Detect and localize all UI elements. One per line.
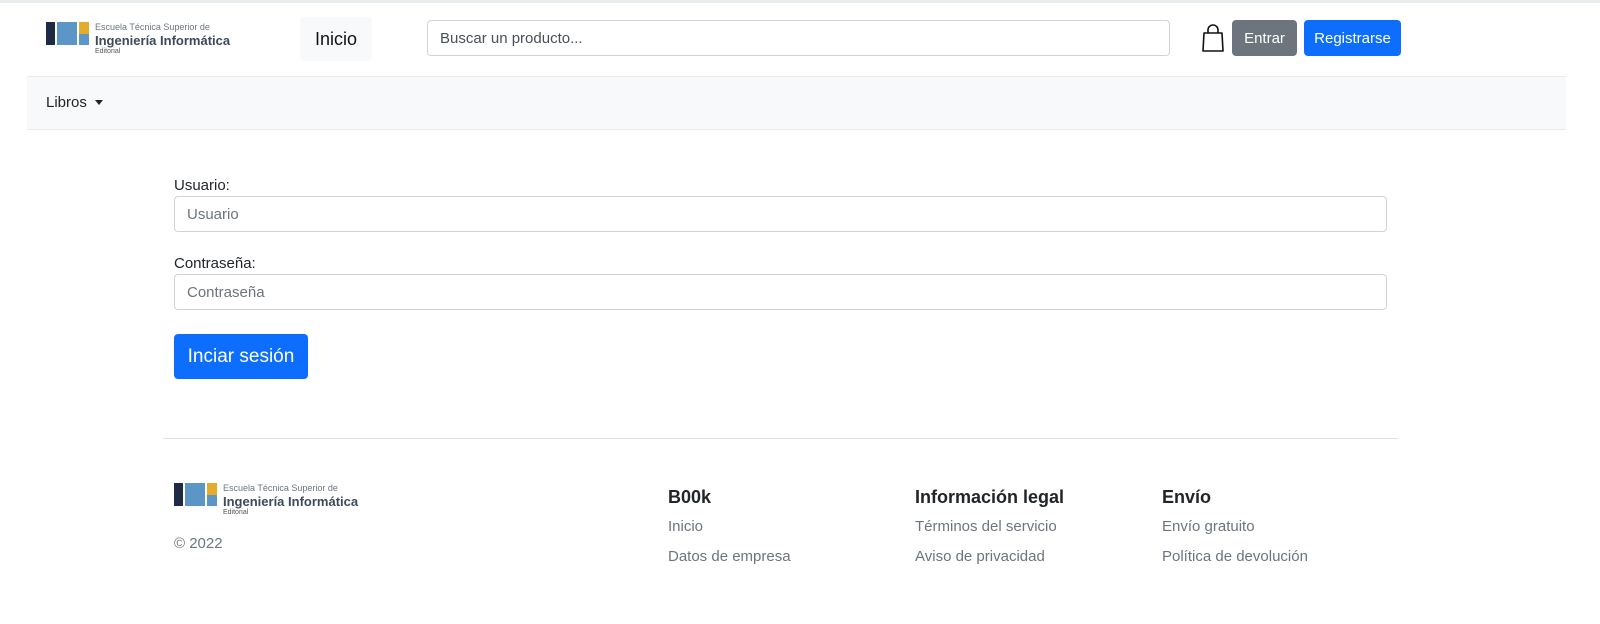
footer-logo[interactable]: Escuela Técnica Superior de Ingeniería I… xyxy=(174,483,358,516)
footer-column-title: Información legal xyxy=(915,487,1065,507)
logo-line-1: Escuela Técnica Superior de xyxy=(95,22,210,32)
password-input[interactable] xyxy=(174,274,1387,310)
copyright-text: © 2022 xyxy=(174,535,223,552)
register-button[interactable]: Registrarse xyxy=(1304,20,1401,56)
footer-link-terms[interactable]: Términos del servicio xyxy=(915,517,1064,547)
username-group: Usuario: xyxy=(174,176,1387,232)
login-form: Usuario: Contraseña: xyxy=(174,176,1387,332)
logo-line-3: Editorial xyxy=(95,48,121,55)
caret-down-icon xyxy=(94,100,103,105)
footer-link-inicio[interactable]: Inicio xyxy=(668,517,791,547)
books-dropdown-label: Libros xyxy=(46,94,87,111)
footer-logo-text: Escuela Técnica Superior de Ingeniería I… xyxy=(223,483,359,517)
footer-column-legal: Información legal Términos del servicio … xyxy=(915,486,1064,577)
footer-link-free-shipping[interactable]: Envío gratuito xyxy=(1162,517,1308,547)
username-label: Usuario: xyxy=(174,177,230,194)
logo-text: Escuela Técnica Superior de Ingeniería I… xyxy=(95,22,231,56)
footer-logo-line-2: Ingeniería Informática xyxy=(223,494,359,509)
footer-logo-line-1: Escuela Técnica Superior de xyxy=(223,483,338,493)
footer-link-company-data[interactable]: Datos de empresa xyxy=(668,547,791,577)
logo-mark-icon xyxy=(46,22,89,45)
footer-link-return-policy[interactable]: Política de devolución xyxy=(1162,547,1308,577)
site-header: Escuela Técnica Superior de Ingeniería I… xyxy=(27,3,1566,76)
books-dropdown[interactable]: Libros xyxy=(46,94,103,111)
footer-logo-mark-icon xyxy=(174,483,217,506)
site-logo[interactable]: Escuela Técnica Superior de Ingeniería I… xyxy=(46,22,230,55)
footer-column-title: B00k xyxy=(668,487,712,507)
shopping-bag-icon[interactable] xyxy=(1201,23,1225,55)
login-button[interactable]: Entrar xyxy=(1232,20,1297,56)
footer-divider xyxy=(163,438,1398,439)
page: Escuela Técnica Superior de Ingeniería I… xyxy=(27,3,1566,130)
home-link[interactable]: Inicio xyxy=(300,17,372,61)
footer-column-shipping: Envío Envío gratuito Política de devoluc… xyxy=(1162,486,1308,577)
logo-line-2: Ingeniería Informática xyxy=(95,33,231,48)
password-label: Contraseña: xyxy=(174,255,256,272)
category-navbar: Libros xyxy=(27,76,1566,130)
search-input[interactable] xyxy=(427,20,1170,56)
footer-link-privacy[interactable]: Aviso de privacidad xyxy=(915,547,1064,577)
sign-in-button[interactable]: Inciar sesión xyxy=(174,334,308,379)
username-input[interactable] xyxy=(174,196,1387,232)
password-group: Contraseña: xyxy=(174,254,1387,310)
footer-column-title: Envío xyxy=(1162,487,1212,507)
footer-column-book: B00k Inicio Datos de empresa xyxy=(668,486,791,577)
footer-logo-line-3: Editorial xyxy=(223,509,249,516)
